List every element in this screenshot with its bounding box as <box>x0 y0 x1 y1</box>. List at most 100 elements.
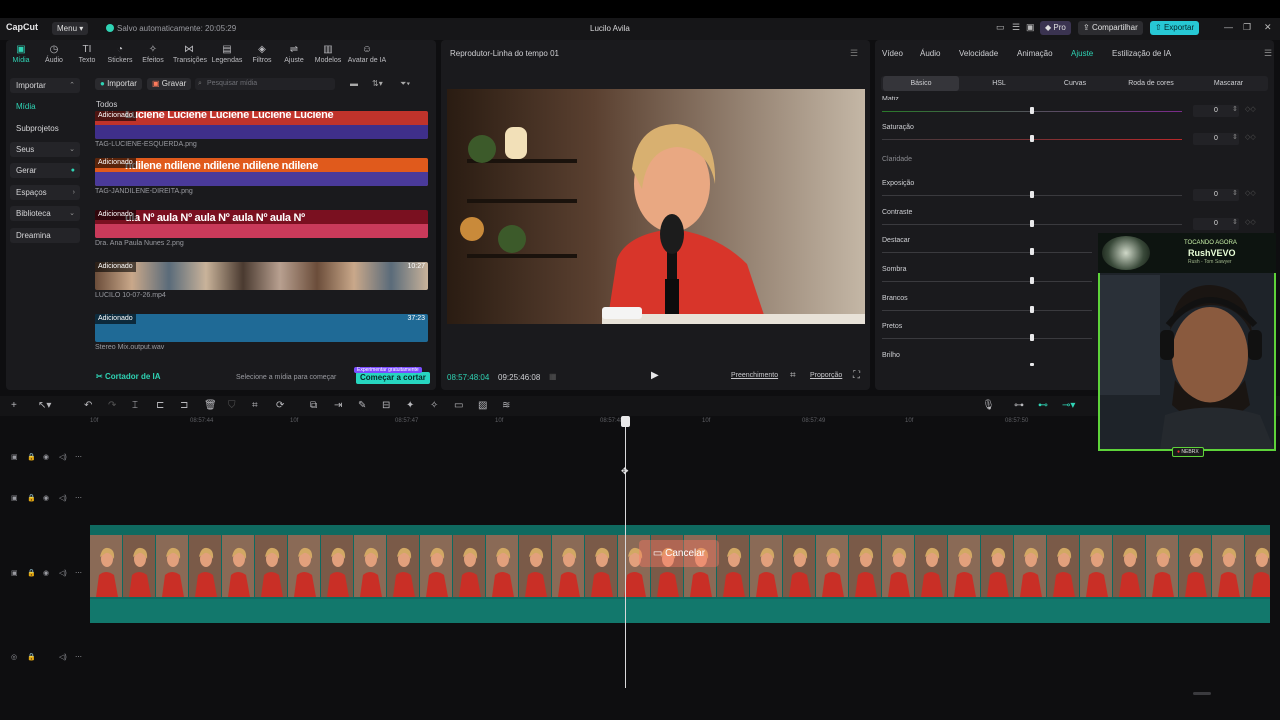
contrast-slider-knob[interactable] <box>1030 220 1034 227</box>
tool-captions[interactable]: ▤ Legendas <box>211 44 243 64</box>
auto-cut-icon[interactable]: ✧ <box>430 400 438 411</box>
menu-button[interactable]: Menu ▾ <box>52 22 89 35</box>
tool-transitions[interactable]: ⋈ Transições <box>173 44 207 64</box>
tab-speed[interactable]: Velocidade <box>959 49 998 58</box>
speed-icon[interactable]: ⟳ <box>276 400 284 411</box>
eye-icon[interactable]: ◉ <box>43 453 49 461</box>
tab-adjust[interactable]: Ajuste <box>1071 49 1093 58</box>
fullscreen-icon[interactable]: ⛶ <box>853 370 860 381</box>
media-item[interactable]: Luciene Luciene Luciene Luciene Luciene … <box>95 111 428 148</box>
delete-icon[interactable]: 🗑 <box>204 400 217 411</box>
minimize-icon[interactable]: — <box>1224 22 1233 32</box>
trim-left-icon[interactable]: ⊏ <box>156 400 164 411</box>
tool-media[interactable]: ▣ Mídia <box>5 44 37 64</box>
stepper-icon[interactable]: ⇕ <box>1232 189 1238 197</box>
list-icon[interactable]: ☰ <box>1012 22 1020 33</box>
media-item[interactable]: ula Nº aula Nº aula Nº aula Nº aula Nº A… <box>95 210 428 247</box>
subtab-mask[interactable]: Mascarar <box>1189 76 1268 91</box>
timeline-grid-icon[interactable]: ▦ <box>549 372 557 381</box>
media-item[interactable]: ndilene ndilene ndilene ndilene ndilene … <box>95 158 428 195</box>
trim-right-icon[interactable]: ⊐ <box>180 400 188 411</box>
edit-icon[interactable]: ✎ <box>358 400 366 411</box>
highlights-slider-knob[interactable] <box>1030 248 1034 255</box>
tool-text[interactable]: TI Texto <box>71 44 103 64</box>
stepper-icon[interactable]: ⇕ <box>1232 105 1238 113</box>
play-icon[interactable]: ▶ <box>651 370 659 381</box>
ratio-button[interactable]: Proporção <box>810 372 842 379</box>
tint-slider-knob[interactable] <box>1030 107 1034 114</box>
waveform-icon[interactable]: ≋ <box>502 400 510 411</box>
tool-ai-avatar[interactable]: ☺ Avatar de IA <box>347 44 387 64</box>
tool-stickers[interactable]: ◔ Stickers <box>104 44 136 64</box>
pro-button[interactable]: ◆ Pro <box>1040 21 1071 35</box>
eye-icon[interactable]: ◉ <box>43 494 49 502</box>
link-icon[interactable]: ⊶ <box>1014 400 1024 411</box>
sidebar-item-spaces[interactable]: Espaços › <box>10 185 80 200</box>
close-icon[interactable]: ✕ <box>1264 22 1272 33</box>
lock-icon[interactable]: 🔒 <box>27 494 36 502</box>
lock-icon[interactable]: 🔒 <box>27 569 36 577</box>
tool-audio[interactable]: ◷ Áudio <box>38 44 70 64</box>
media-item[interactable]: Adicionado 10:27 LUCILO 10-07-26.mp4 <box>95 262 428 299</box>
keyframe-icon[interactable]: ◇◇ <box>1245 218 1256 226</box>
image-tool-icon[interactable]: ▨ <box>478 400 487 411</box>
cancel-button[interactable]: ▭ Cancelar <box>639 540 719 567</box>
import-button[interactable]: ● Importar <box>95 78 142 90</box>
search-input[interactable]: ⌕ Pesquisar mídia <box>195 78 335 90</box>
mirror-icon[interactable]: ⧉ <box>310 400 317 411</box>
sidebar-item-library[interactable]: Biblioteca ⌄ <box>10 206 80 221</box>
more-icon[interactable]: ⋯ <box>75 569 82 577</box>
add-track-icon[interactable]: + <box>11 400 17 411</box>
tab-audio[interactable]: Áudio <box>920 49 940 58</box>
share-button[interactable]: ⇪ Compartilhar <box>1078 21 1143 35</box>
record-button[interactable]: ▣ Gravar <box>147 78 192 90</box>
shadows-slider-knob[interactable] <box>1030 277 1034 284</box>
snap-icon[interactable]: ⊷ <box>1038 400 1048 411</box>
eye-icon[interactable]: ◉ <box>43 569 49 577</box>
tool-adjust[interactable]: ⇌ Ajuste <box>278 44 310 64</box>
split-icon[interactable]: ⌶ <box>132 400 138 411</box>
undo-icon[interactable]: ↶ <box>84 400 92 411</box>
whites-slider-knob[interactable] <box>1030 306 1034 313</box>
more-icon[interactable]: ⋯ <box>75 653 82 661</box>
layout-icon[interactable]: ▭ <box>996 22 1005 33</box>
tool-templates[interactable]: ▥ Modelos <box>312 44 344 64</box>
whites-slider-track[interactable] <box>882 310 1092 311</box>
magic-icon[interactable]: ✦ <box>406 400 414 411</box>
sidebar-item-yours[interactable]: Seus ⌄ <box>10 142 80 157</box>
select-tool-icon[interactable]: ↖▾ <box>38 400 51 411</box>
more-icon[interactable]: ⋯ <box>75 453 82 461</box>
start-cutting-button[interactable]: Começar a cortar <box>356 372 430 384</box>
maximize-icon[interactable]: ❐ <box>1243 22 1251 33</box>
panel-menu-icon[interactable]: ☰ <box>1264 48 1272 59</box>
stepper-icon[interactable]: ⇕ <box>1232 133 1238 141</box>
keyframe-icon[interactable]: ◇◇ <box>1245 133 1256 141</box>
blacks-slider-track[interactable] <box>882 338 1092 339</box>
sidebar-item-subprojects[interactable]: Subprojetos <box>10 121 80 136</box>
lock-icon[interactable]: 🔒 <box>27 653 36 661</box>
volume-icon[interactable]: ◁) <box>59 653 67 661</box>
sort-icon[interactable]: ⇅▾ <box>372 79 383 88</box>
keyframe-icon[interactable]: ◇◇ <box>1245 105 1256 113</box>
lock-icon[interactable]: 🔒 <box>27 453 36 461</box>
sidebar-item-dreamina[interactable]: Dreamina <box>10 228 80 243</box>
tab-ai-stylize[interactable]: Estilização de IA <box>1112 49 1171 58</box>
playhead-handle[interactable] <box>621 416 630 427</box>
playhead[interactable] <box>625 416 626 688</box>
view-mode-icon[interactable]: ▬ <box>350 79 358 88</box>
brightness-slider-knob[interactable] <box>1030 363 1034 366</box>
stepper-icon[interactable]: ⇕ <box>1232 218 1238 226</box>
tab-animation[interactable]: Animação <box>1017 49 1053 58</box>
timeline-scrollbar[interactable] <box>1193 692 1211 695</box>
tool-filters[interactable]: ◈ Filtros <box>246 44 278 64</box>
subtab-curves[interactable]: Curvas <box>1037 76 1113 91</box>
highlights-slider-track[interactable] <box>882 252 1092 253</box>
freeze-icon[interactable]: ⇥ <box>334 400 342 411</box>
crop-icon[interactable]: ⌗ <box>790 370 796 381</box>
more-icon[interactable]: ⋯ <box>75 494 82 502</box>
monitor-icon[interactable]: ▣ <box>1026 22 1035 33</box>
subtab-basic[interactable]: Básico <box>883 76 959 91</box>
export-button[interactable]: ⇧ Exportar <box>1150 21 1200 35</box>
volume-icon[interactable]: ◁) <box>59 453 67 461</box>
player-menu-icon[interactable]: ☰ <box>850 48 858 59</box>
